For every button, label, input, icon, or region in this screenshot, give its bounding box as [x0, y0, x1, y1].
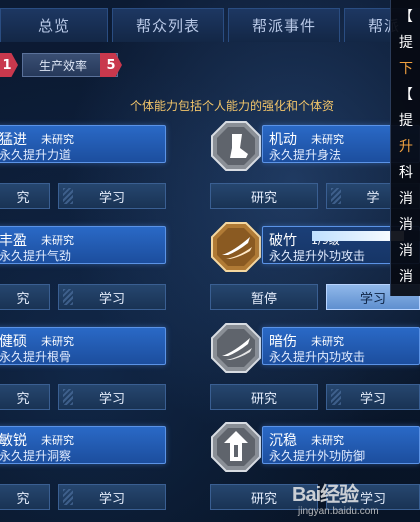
skill-card-jianshuo[interactable]: 健硕 未研究 永久提升根骨 [0, 327, 166, 365]
skill-desc: 永久提升外功防御 [269, 449, 366, 463]
skill-desc: 永久提升力道 [0, 148, 72, 162]
shield-arrow-icon[interactable] [210, 421, 262, 473]
research-button[interactable]: 究 [0, 284, 50, 310]
slash-icon[interactable] [210, 322, 262, 374]
learn-button-label: 学习 [98, 491, 125, 507]
tab-overview[interactable]: 总览 [0, 8, 108, 42]
watermark-brand: Bai经验 [292, 484, 359, 506]
skill-desc: 永久提升内功攻击 [269, 350, 366, 364]
learn-button[interactable]: 学习 [58, 284, 166, 310]
skill-card-minrui[interactable]: 敏锐 未研究 永久提升洞察 [0, 426, 166, 464]
research-button[interactable]: 究 [0, 183, 50, 209]
learn-button[interactable]: 学习 [58, 384, 166, 410]
research-button-label: 究 [16, 190, 30, 206]
learn-button[interactable]: 学习 [58, 484, 166, 510]
pause-button[interactable]: 暂停 [210, 284, 318, 310]
research-button-label: 研究 [250, 391, 277, 407]
learn-button-label: 学习 [359, 391, 386, 407]
tooltip-line: 消 [399, 269, 413, 285]
learn-button-label: 学习 [359, 291, 386, 307]
tooltip-line: 消 [399, 217, 413, 233]
production-efficiency-badge: 5 [100, 53, 122, 77]
skill-card-anshang[interactable]: 暗伤 未研究 永久提升内功攻击 [262, 327, 420, 365]
top-tab-bar: 总览 帮众列表 帮派事件 帮派 [0, 0, 420, 44]
skill-status: 未研究 [41, 133, 74, 146]
skill-desc: 永久提升外功攻击 [269, 249, 366, 263]
tooltip-line: 【 [399, 87, 413, 103]
research-button[interactable]: 究 [0, 484, 50, 510]
skill-status: 未研究 [311, 335, 344, 348]
skill-desc: 永久提升根骨 [0, 350, 72, 364]
slash-icon[interactable] [210, 221, 262, 273]
learn-button-label: 学习 [98, 291, 125, 307]
left-count-badge: 1 [0, 53, 18, 77]
baidu-watermark: Bai经验 jingyan.baidu.com [284, 470, 420, 522]
research-button-label: 研究 [250, 491, 277, 507]
skill-status: 未研究 [311, 434, 344, 447]
skill-card-fengying[interactable]: 丰盈 未研究 永久提升气劲 [0, 226, 166, 264]
learn-button[interactable]: 学习 [58, 183, 166, 209]
tooltip-line: 提 [399, 113, 413, 129]
skill-status: 未研究 [41, 335, 74, 348]
info-notice: 个体能力包括个人能力的强化和个体资 [130, 99, 335, 113]
research-button[interactable]: 研究 [210, 384, 318, 410]
research-button-label: 研究 [250, 190, 277, 206]
research-button[interactable]: 研究 [210, 183, 318, 209]
skill-card-mengjin[interactable]: 猛进 未研究 永久提升力道 [0, 125, 166, 163]
research-button[interactable]: 究 [0, 384, 50, 410]
production-efficiency-label: 生产效率 [39, 58, 88, 73]
tooltip-line: 【 [399, 9, 413, 25]
research-button-label: 究 [16, 491, 30, 507]
skill-desc: 永久提升气劲 [0, 249, 72, 263]
tooltip-line: 提 [399, 35, 413, 51]
skill-tooltip-panel: 【 提 下 【 提 升 科 消 消 消 消 [390, 0, 420, 296]
learn-button[interactable]: 学习 [326, 384, 420, 410]
skill-desc: 永久提升洞察 [0, 449, 72, 463]
skill-status: 未研究 [311, 133, 344, 146]
tooltip-line: 消 [399, 243, 413, 259]
tooltip-line: 下 [399, 61, 413, 77]
tooltip-line: 科 [399, 165, 413, 181]
skill-status: 未研究 [41, 434, 74, 447]
boot-icon[interactable] [210, 120, 262, 172]
tooltip-line: 升 [399, 139, 413, 155]
research-button-label: 究 [16, 391, 30, 407]
sub-header: 1 生产效率 5 [0, 50, 420, 80]
pause-button-label: 暂停 [250, 291, 277, 307]
skill-status: 未研究 [41, 234, 74, 247]
learn-button-label: 学习 [98, 391, 125, 407]
tab-member-list[interactable]: 帮众列表 [112, 8, 224, 42]
skill-card-chenwen[interactable]: 沉稳 未研究 永久提升外功防御 [262, 426, 420, 464]
tooltip-line: 消 [399, 191, 413, 207]
learn-button-label: 学 [366, 190, 380, 206]
watermark-url: jingyan.baidu.com [298, 506, 379, 517]
tab-guild-events[interactable]: 帮派事件 [228, 8, 340, 42]
skill-desc: 永久提升身法 [269, 148, 342, 162]
research-button-label: 究 [16, 291, 30, 307]
learn-button-label: 学习 [98, 190, 125, 206]
